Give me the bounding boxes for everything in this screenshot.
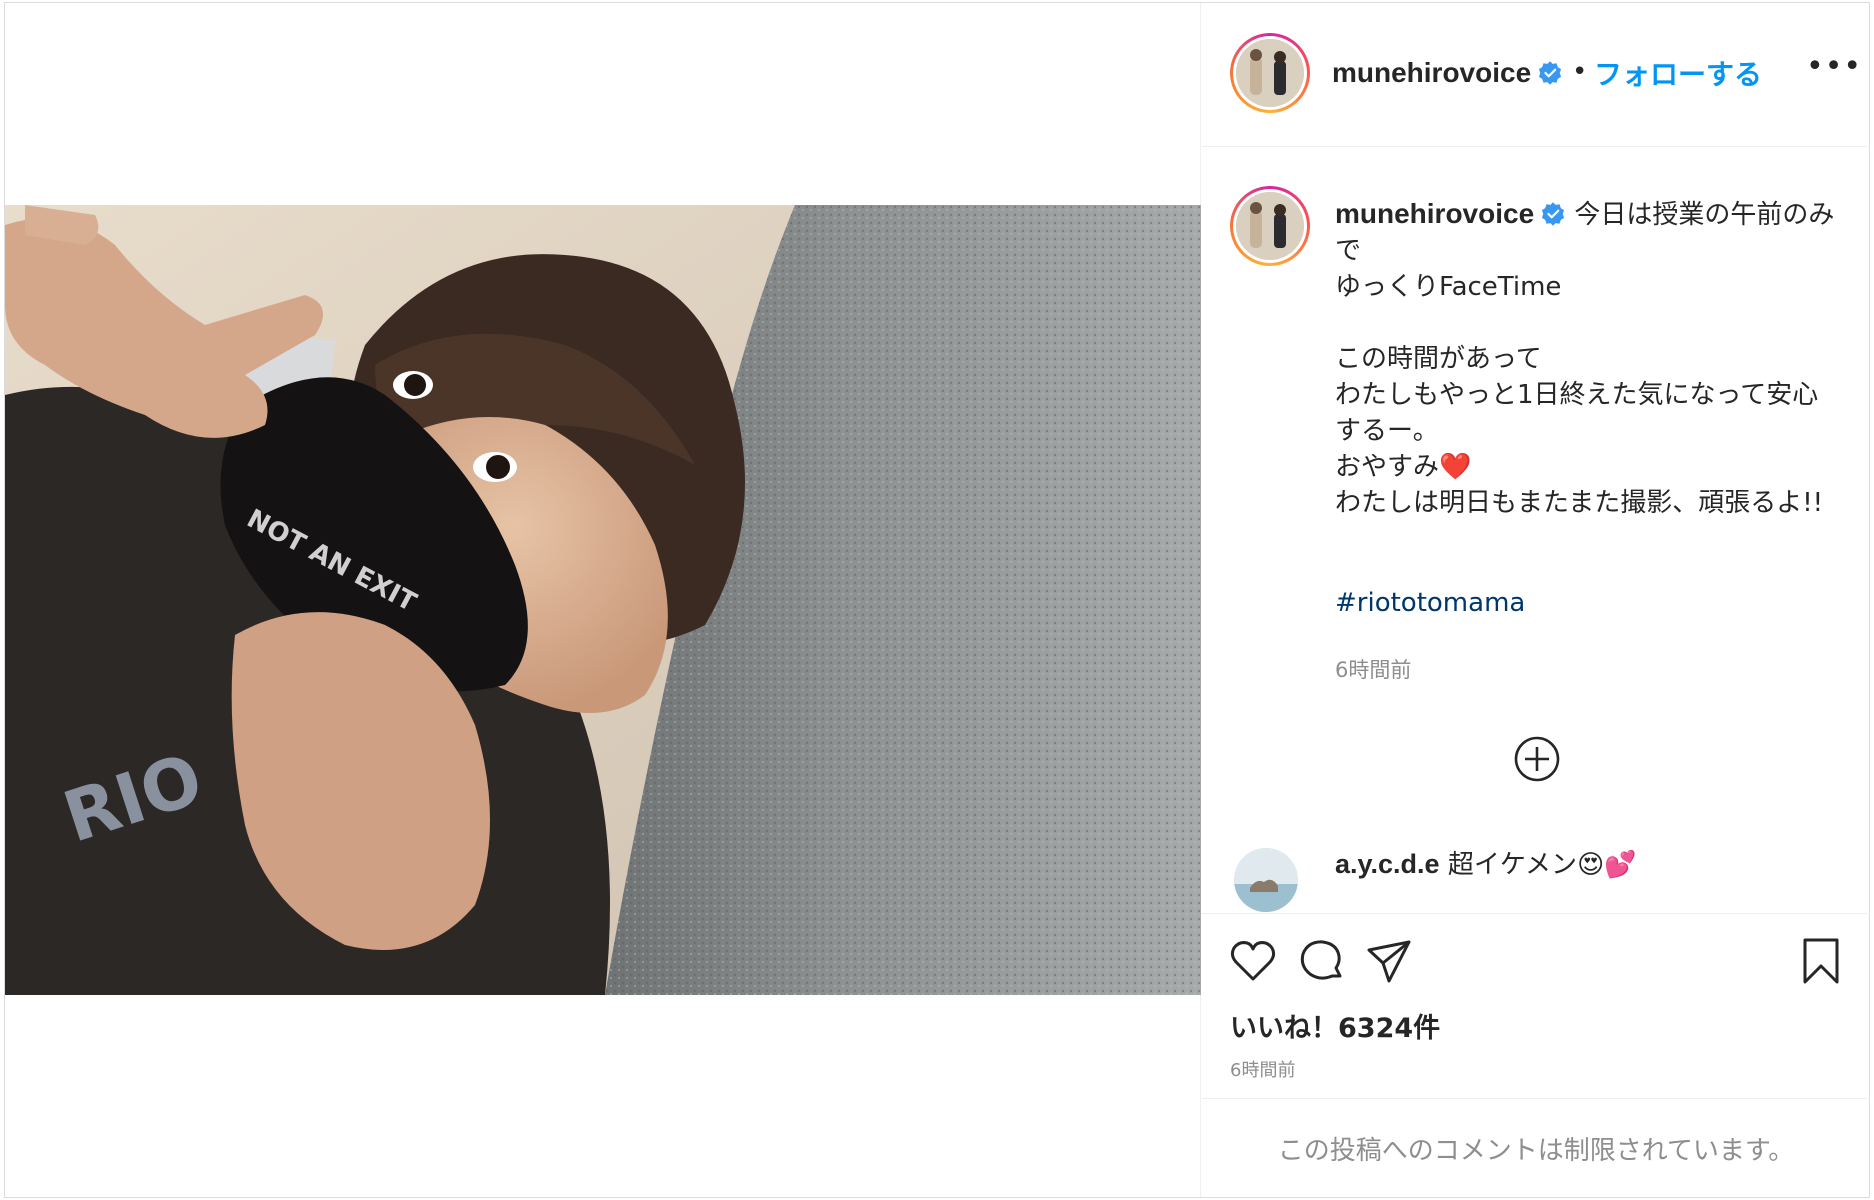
follow-button[interactable]: フォローする: [1594, 53, 1762, 93]
heart-eyes-emoji-icon: 😍💕: [1577, 850, 1637, 880]
post-side-panel: munehirovoice • フォローする ••• munehirovoice…: [1202, 3, 1870, 1197]
post-caption: munehirovoice 今日は授業の午前のみで ゆっくりFaceTime こ…: [1335, 196, 1835, 521]
post-media: RIO NOT AN EXIT: [5, 3, 1201, 1197]
verified-badge-icon: [1539, 61, 1562, 85]
plus-circle-icon[interactable]: [1512, 734, 1562, 784]
bookmark-icon[interactable]: [1796, 936, 1846, 986]
more-options-icon[interactable]: •••: [1806, 49, 1862, 84]
caption-author-avatar[interactable]: [1230, 186, 1310, 266]
author-avatar[interactable]: [1230, 33, 1310, 113]
comment-text: 超イケメン: [1439, 850, 1578, 880]
verified-badge-icon: [1542, 202, 1565, 226]
comments-area: munehirovoice 今日は授業の午前のみで ゆっくりFaceTime こ…: [1202, 148, 1870, 913]
author-username-text[interactable]: munehirovoice: [1332, 57, 1531, 88]
avatar-photo-icon: [1236, 39, 1304, 107]
heart-icon[interactable]: [1228, 936, 1278, 986]
likes-count[interactable]: いいね！6324件: [1230, 1006, 1440, 1045]
caption-text: 今日は授業の午前のみで ゆっくりFaceTime この時間があって わたしもやっ…: [1335, 200, 1835, 482]
post-photo[interactable]: RIO NOT AN EXIT: [5, 205, 1201, 995]
header-separator: •: [1572, 57, 1588, 87]
hashtag-link[interactable]: #riototomama: [1335, 588, 1525, 618]
caption-timestamp[interactable]: 6時間前: [1335, 654, 1411, 684]
post-actions: いいね！6324件 6時間前: [1202, 913, 1870, 1098]
post-dialog: RIO NOT AN EXIT munehirovoice • フォローする •…: [4, 2, 1870, 1198]
post-header: munehirovoice • フォローする •••: [1202, 3, 1870, 147]
comment-icon[interactable]: [1296, 936, 1346, 986]
comment-item: a.y.c.d.e 超イケメン😍💕: [1335, 844, 1637, 881]
send-icon[interactable]: [1364, 936, 1414, 986]
selfie-photo-illustration: RIO NOT AN EXIT: [5, 205, 1201, 995]
commenter-avatar[interactable]: [1234, 848, 1298, 912]
caption-text-after: わたしは明日もまたまた撮影、頑張るよ!!: [1335, 488, 1824, 518]
red-heart-emoji-icon: ❤️: [1439, 452, 1472, 482]
avatar-photo-icon: [1236, 192, 1304, 260]
commenter-username[interactable]: a.y.c.d.e: [1335, 849, 1440, 879]
caption-username[interactable]: munehirovoice: [1335, 198, 1534, 229]
author-username[interactable]: munehirovoice: [1332, 57, 1563, 89]
commenter-avatar-photo-icon: [1234, 848, 1298, 912]
comments-restricted-notice: この投稿へのコメントは制限されています。: [1202, 1098, 1870, 1197]
comments-restricted-text: この投稿へのコメントは制限されています。: [1277, 1135, 1795, 1166]
post-timestamp[interactable]: 6時間前: [1230, 1056, 1295, 1082]
